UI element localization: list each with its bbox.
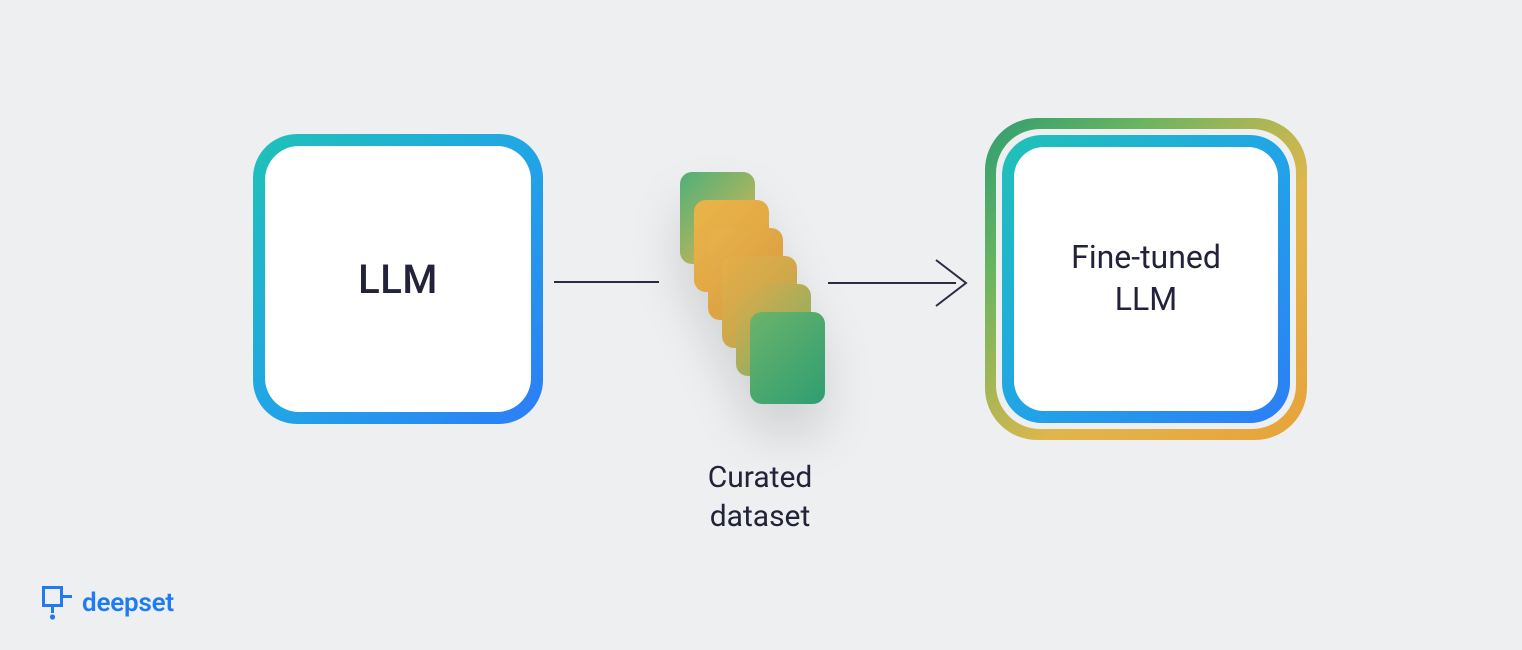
dataset-card-stack [680, 172, 840, 422]
llm-node: LLM [253, 134, 543, 424]
brand-logo: deepset [42, 586, 174, 620]
finetuned-node-gap: Fine-tuned LLM [996, 129, 1296, 429]
finetuned-node-ring: Fine-tuned LLM [1002, 135, 1290, 423]
brand-name: deepset [82, 588, 174, 618]
arrow-icon [828, 248, 978, 318]
diagram-canvas: LLM Curated dataset Fine-tuned LLM [0, 0, 1522, 650]
dataset-label: Curated dataset [660, 458, 860, 536]
deepset-logo-icon [42, 586, 74, 620]
finetuned-node-outer: Fine-tuned LLM [985, 118, 1307, 440]
llm-node-inner: LLM [265, 146, 531, 412]
dataset-card [750, 312, 825, 404]
llm-label: LLM [358, 256, 438, 303]
connector-line [554, 281, 659, 283]
finetuned-node-inner: Fine-tuned LLM [1014, 147, 1278, 411]
finetuned-label: Fine-tuned LLM [1071, 237, 1221, 320]
